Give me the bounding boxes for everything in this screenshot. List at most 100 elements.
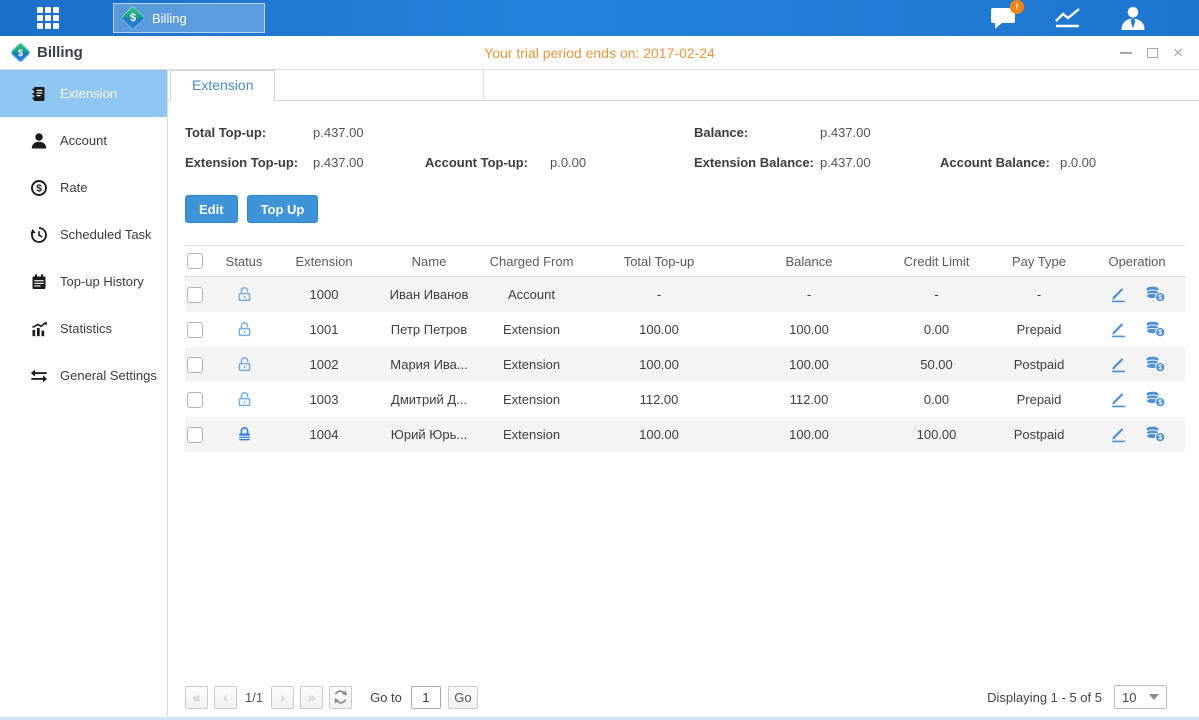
edit-button[interactable]: Edit <box>185 195 238 223</box>
row-checkbox[interactable] <box>187 357 203 373</box>
resource-monitor-icon[interactable] <box>1054 5 1082 31</box>
cell-credit-limit: 0.00 <box>884 392 989 407</box>
notifications-icon[interactable]: ! <box>989 5 1017 31</box>
table-row: 1003 Дмитрий Д... Extension 112.00 112.0… <box>185 382 1185 417</box>
sidebar-item-label: General Settings <box>60 368 157 383</box>
table-row: 1001 Петр Петров Extension 100.00 100.00… <box>185 312 1185 347</box>
app-launcher-grid-icon[interactable] <box>37 7 69 29</box>
exchange-sliders-icon <box>30 367 48 385</box>
cell-pay-type: Prepaid <box>989 392 1089 407</box>
minimize-icon[interactable] <box>1120 52 1132 54</box>
sidebar-item-general-settings[interactable]: General Settings <box>0 352 167 399</box>
balance-summary: Total Top-up: p.437.00 Balance: p.437.00… <box>185 117 1185 177</box>
history-clock-icon <box>30 226 48 244</box>
lock-open-icon <box>236 286 253 303</box>
row-checkbox[interactable] <box>187 287 203 303</box>
edit-pencil-icon[interactable] <box>1109 391 1128 408</box>
maximize-icon[interactable] <box>1147 48 1158 58</box>
sidebar-item-scheduled-task[interactable]: Scheduled Task <box>0 211 167 258</box>
col-total-topup: Total Top-up <box>584 254 734 269</box>
account-balance-value: p.0.00 <box>1060 155 1096 170</box>
cell-extension: 1002 <box>269 357 379 372</box>
total-topup-value: p.437.00 <box>313 125 425 140</box>
user-account-icon[interactable] <box>1119 5 1147 31</box>
sidebar-item-label: Rate <box>60 180 87 195</box>
cell-charged-from: Extension <box>479 357 584 372</box>
cell-name: Мария Ива... <box>379 357 479 372</box>
cell-total-topup: 100.00 <box>584 322 734 337</box>
lock-open-icon <box>236 356 253 373</box>
cell-pay-type: - <box>989 287 1089 302</box>
edit-pencil-icon[interactable] <box>1109 321 1128 338</box>
cell-pay-type: Postpaid <box>989 357 1089 372</box>
ledger-icon <box>30 85 48 103</box>
table-row: 1004 Юрий Юрь... Extension 100.00 100.00… <box>185 417 1185 452</box>
top-up-button[interactable]: Top Up <box>247 195 319 223</box>
cell-balance: 100.00 <box>734 427 884 442</box>
balance-value: p.437.00 <box>820 125 940 140</box>
sidebar-item-statistics[interactable]: Statistics <box>0 305 167 352</box>
topup-coins-icon[interactable]: $ <box>1145 391 1166 408</box>
cell-credit-limit: - <box>884 287 989 302</box>
svg-text:$: $ <box>1158 435 1162 442</box>
app-tab-billing[interactable]: $ Billing <box>113 3 265 33</box>
cell-name: Юрий Юрь... <box>379 427 479 442</box>
last-page-button[interactable]: » <box>300 686 323 709</box>
row-checkbox[interactable] <box>187 322 203 338</box>
stats-chart-icon <box>30 320 48 338</box>
topbar-right-icons: ! <box>989 5 1199 31</box>
content-spacer <box>185 452 1185 682</box>
sidebar: Extension Account $ Rate <box>0 70 168 720</box>
action-buttons: Edit Top Up <box>185 195 1185 223</box>
topup-coins-icon[interactable]: $ <box>1145 356 1166 373</box>
total-topup-label: Total Top-up: <box>185 125 313 140</box>
row-checkbox[interactable] <box>187 427 203 443</box>
table-row: 1002 Мария Ива... Extension 100.00 100.0… <box>185 347 1185 382</box>
page-size-value: 10 <box>1122 690 1136 705</box>
window-controls: × <box>1120 47 1199 59</box>
edit-pencil-icon[interactable] <box>1109 426 1128 443</box>
page-size-select[interactable]: 10 <box>1114 685 1167 709</box>
close-icon[interactable]: × <box>1173 47 1183 59</box>
topup-coins-icon[interactable]: $ <box>1145 426 1166 443</box>
extension-topup-value: p.437.00 <box>313 155 425 170</box>
sidebar-item-account[interactable]: Account <box>0 117 167 164</box>
next-page-button[interactable]: › <box>271 686 294 709</box>
app-tab-label: Billing <box>152 11 187 26</box>
tab-extension[interactable]: Extension <box>170 70 275 101</box>
col-pay-type: Pay Type <box>989 254 1089 269</box>
extensions-table: Status Extension Name Charged From Total… <box>185 245 1185 452</box>
cell-extension: 1003 <box>269 392 379 407</box>
refresh-button[interactable] <box>329 686 352 709</box>
table-row: 1000 Иван Иванов Account - - - - <box>185 277 1185 312</box>
cell-name: Дмитрий Д... <box>379 392 479 407</box>
cell-pay-type: Prepaid <box>989 322 1089 337</box>
dollar-circle-icon: $ <box>30 179 48 197</box>
pagination-right: Displaying 1 - 5 of 5 10 <box>987 685 1167 709</box>
sidebar-item-extension[interactable]: Extension <box>0 70 167 117</box>
topup-coins-icon[interactable]: $ <box>1145 286 1166 303</box>
cell-balance: 100.00 <box>734 322 884 337</box>
select-all-checkbox[interactable] <box>187 253 203 269</box>
cell-charged-from: Extension <box>479 322 584 337</box>
topup-coins-icon[interactable]: $ <box>1145 321 1166 338</box>
sidebar-item-topup-history[interactable]: Top-up History <box>0 258 167 305</box>
cell-extension: 1001 <box>269 322 379 337</box>
first-page-button[interactable]: « <box>185 686 208 709</box>
edit-pencil-icon[interactable] <box>1109 356 1128 373</box>
goto-page-input[interactable] <box>411 686 441 709</box>
chevron-down-icon <box>1149 694 1159 700</box>
sidebar-item-rate[interactable]: $ Rate <box>0 164 167 211</box>
row-checkbox[interactable] <box>187 392 203 408</box>
main-panel: Extension Total Top-up: p.437.00 Balance… <box>168 70 1199 720</box>
account-topup-value: p.0.00 <box>550 155 586 170</box>
summary-row-1: Total Top-up: p.437.00 Balance: p.437.00 <box>185 117 1185 147</box>
cell-name: Петр Петров <box>379 322 479 337</box>
cell-total-topup: 100.00 <box>584 427 734 442</box>
go-button[interactable]: Go <box>448 686 478 709</box>
cell-charged-from: Extension <box>479 427 584 442</box>
col-name: Name <box>379 254 479 269</box>
edit-pencil-icon[interactable] <box>1109 286 1128 303</box>
billing-diamond-icon: $ <box>120 5 145 30</box>
prev-page-button[interactable]: ‹ <box>214 686 237 709</box>
